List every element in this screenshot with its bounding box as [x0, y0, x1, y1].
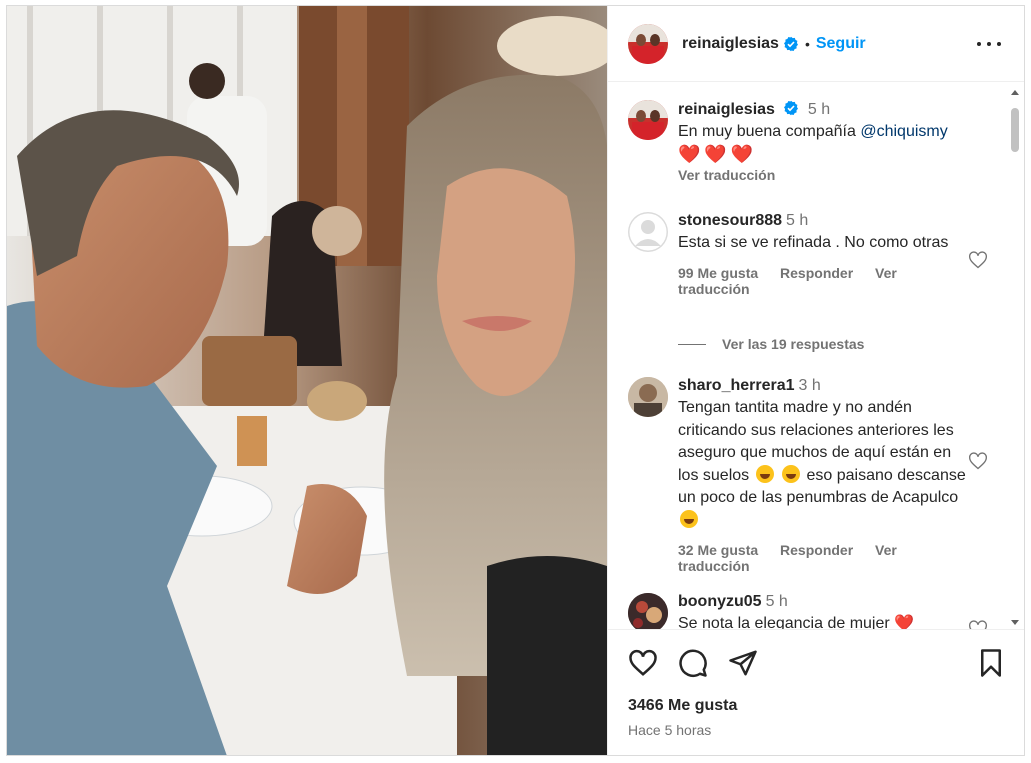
- scroll-up-arrow-icon[interactable]: [1011, 90, 1019, 95]
- comment-text: Tengan tantita madre y no andén critican…: [678, 397, 968, 532]
- scroll-down-arrow-icon[interactable]: [1011, 620, 1019, 625]
- scroll-thumb[interactable]: [1011, 108, 1019, 152]
- comment-meta: 32 Me gusta Responder Ver traducción: [678, 542, 968, 574]
- like-comment-icon[interactable]: [968, 451, 988, 471]
- comment-likes[interactable]: 32 Me gusta: [678, 542, 758, 558]
- comment-avatar[interactable]: [628, 212, 668, 252]
- like-comment-icon[interactable]: [968, 250, 988, 270]
- comment-avatar[interactable]: [628, 377, 668, 417]
- comment-icon[interactable]: [678, 648, 708, 678]
- post-photo[interactable]: [7, 6, 607, 755]
- rofl-emoji-icon: [782, 464, 801, 483]
- post-frame: reinaiglesias • Seguir reinaiglesias 5 h…: [6, 5, 1025, 756]
- rofl-emoji-icon: [755, 464, 774, 483]
- view-replies-button[interactable]: Ver las 19 respuestas: [678, 336, 864, 352]
- comment-username[interactable]: boonyzu05: [678, 593, 762, 610]
- caption-avatar[interactable]: [628, 100, 668, 140]
- caption-text: En muy buena compañía @chiquismy: [678, 123, 948, 140]
- comment-username[interactable]: sharo_herrera1: [678, 377, 795, 394]
- likes-count[interactable]: 3466 Me gusta: [628, 697, 737, 715]
- post-side-panel: reinaiglesias • Seguir reinaiglesias 5 h…: [607, 6, 1024, 755]
- like-comment-icon[interactable]: [968, 619, 988, 629]
- verified-badge-icon: [783, 36, 798, 51]
- comment-text: Esta si se ve refinada . No como otras: [678, 234, 949, 251]
- comment-time: 5 h: [786, 212, 809, 229]
- author-username[interactable]: reinaiglesias: [682, 35, 779, 53]
- comment-username[interactable]: stonesour888: [678, 212, 782, 229]
- reply-button[interactable]: Responder: [780, 265, 853, 281]
- thinking-emoji-icon: [680, 509, 698, 528]
- caption-hearts: ❤️❤️❤️: [678, 143, 758, 164]
- photo-illustration: [7, 6, 607, 755]
- comment-likes[interactable]: 99 Me gusta: [678, 265, 758, 281]
- comment-avatar[interactable]: [628, 593, 668, 629]
- comment-time: 3 h: [798, 377, 821, 394]
- author-avatar[interactable]: [628, 23, 668, 64]
- caption-translate-link[interactable]: Ver traducción: [678, 167, 978, 183]
- post-time-ago: Hace 5 horas: [628, 722, 712, 738]
- comment-time: 5 h: [765, 593, 788, 610]
- header-separator: •: [804, 35, 810, 52]
- reply-button[interactable]: Responder: [780, 542, 853, 558]
- save-bookmark-icon[interactable]: [976, 648, 1006, 678]
- caption-username[interactable]: reinaiglesias: [678, 101, 775, 118]
- verified-badge-icon: [784, 100, 799, 116]
- caption-mention[interactable]: @chiquismy: [860, 123, 947, 140]
- heart-emoji-icon: ❤️: [894, 615, 915, 629]
- comments-scrollbar[interactable]: [1008, 86, 1022, 629]
- share-icon[interactable]: [728, 648, 758, 678]
- post-header: reinaiglesias • Seguir: [608, 6, 1024, 82]
- post-actions: 3466 Me gusta Hace 5 horas: [608, 629, 1024, 755]
- like-heart-icon[interactable]: [628, 648, 658, 678]
- caption-time: 5 h: [807, 101, 831, 118]
- more-options-icon[interactable]: [977, 36, 1001, 52]
- comments-list[interactable]: reinaiglesias 5 h En muy buena compañía …: [608, 83, 1024, 629]
- follow-button[interactable]: Seguir: [816, 35, 866, 53]
- comment-text: Se nota la elegancia de mujer ❤️: [678, 613, 968, 629]
- comment-meta: 99 Me gusta Responder Ver traducción: [678, 265, 968, 297]
